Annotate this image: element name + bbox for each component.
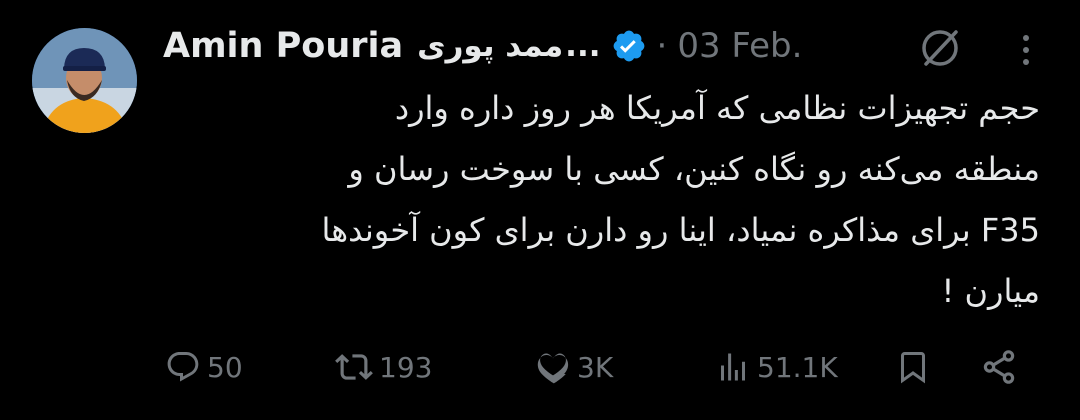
share-button[interactable]: [980, 340, 1018, 394]
separator-dot: ·: [656, 26, 668, 66]
grok-icon[interactable]: [916, 24, 964, 72]
tweet-text-line: میارن !: [941, 272, 1041, 310]
action-bar: 50 193 3K 51.1K: [165, 340, 1035, 394]
retweet-count: 193: [379, 350, 433, 384]
views-icon: [715, 349, 751, 385]
views-button[interactable]: 51.1K: [715, 340, 838, 394]
author-name[interactable]: Amin Pouria: [163, 26, 403, 66]
avatar[interactable]: [32, 28, 137, 133]
reply-icon: [165, 349, 201, 385]
tweet-text-line: حجم تجهیزات نظامی که آمریکا هر روز داره …: [394, 89, 1040, 127]
tweet-date[interactable]: 03 Feb.: [677, 26, 802, 66]
reply-button[interactable]: 50: [165, 340, 243, 394]
tweet-header: Amin Pouria ممد پوری ... · 03 Feb.: [163, 20, 802, 72]
retweet-button[interactable]: 193: [335, 340, 432, 394]
share-icon: [980, 348, 1018, 386]
tweet-text-line: منطقه می‌کنه رو نگاه کنین، کسی با سوخت ر…: [348, 150, 1040, 188]
author-name-persian[interactable]: ممد پوری: [417, 28, 563, 64]
reply-count: 50: [207, 350, 243, 384]
author-name-ellipsis: ...: [565, 28, 601, 64]
retweet-icon: [335, 348, 373, 386]
bookmark-button[interactable]: [895, 340, 931, 394]
more-icon[interactable]: [1012, 30, 1040, 70]
views-count: 51.1K: [757, 350, 838, 384]
tweet-text-line: F35 برای مذاکره نمیاد، اینا رو دارن برای…: [321, 211, 1040, 249]
like-button[interactable]: 3K: [535, 340, 613, 394]
verified-badge-icon: [611, 28, 647, 64]
like-icon: [535, 349, 571, 385]
bookmark-icon: [895, 349, 931, 385]
like-count: 3K: [577, 350, 614, 384]
tweet-text: حجم تجهیزات نظامی که آمریکا هر روز داره …: [160, 78, 1040, 322]
